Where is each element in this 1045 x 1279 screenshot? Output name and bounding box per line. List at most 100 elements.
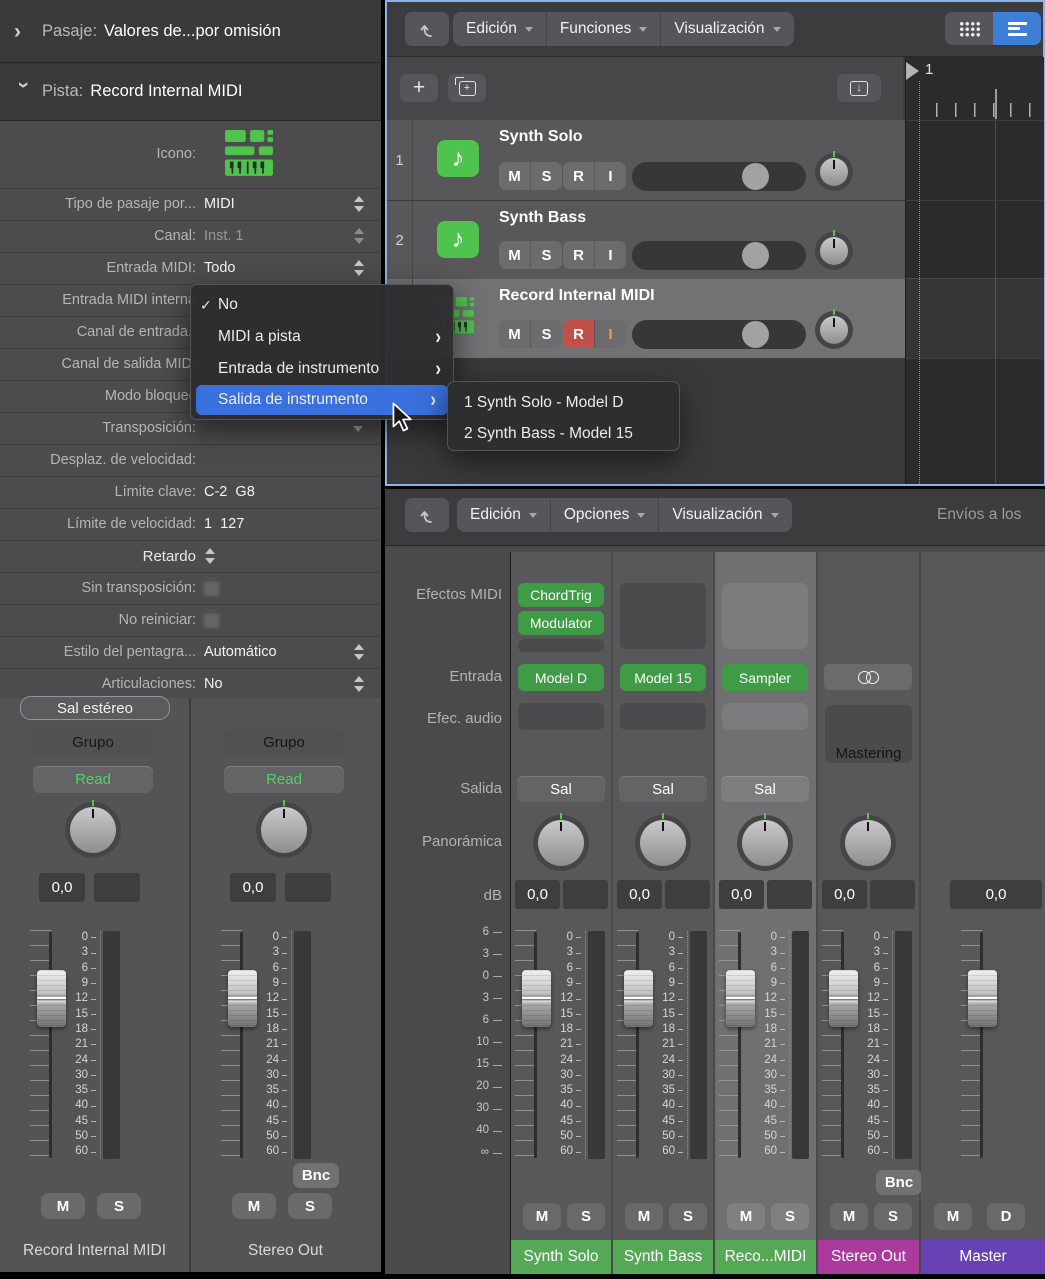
param-row[interactable]: Desplaz. de velocidad: [0, 444, 381, 477]
volume-db-value[interactable]: 0,0 [39, 873, 85, 902]
mute-button[interactable]: M [499, 162, 530, 190]
mute-button[interactable]: M [830, 1203, 868, 1230]
automation-read-button[interactable]: Read [224, 766, 344, 793]
volume-fader[interactable] [968, 970, 997, 1027]
menu-item-midi-a-pista[interactable]: MIDI a pista › [191, 321, 453, 353]
pan-knob[interactable] [815, 153, 853, 191]
pan-knob[interactable] [737, 815, 793, 871]
checkbox[interactable] [203, 579, 220, 596]
bounce-button[interactable]: Bnc [293, 1163, 339, 1188]
list-view-button[interactable] [993, 12, 1041, 45]
solo-button[interactable]: S [97, 1193, 141, 1219]
input-monitor-button[interactable]: I [594, 162, 626, 190]
volume-fader[interactable] [522, 970, 551, 1027]
volume-fader[interactable] [624, 970, 653, 1027]
submenu-item-synth-bass[interactable]: 2 Synth Bass - Model 15 [448, 418, 679, 449]
solo-button[interactable]: S [530, 320, 562, 348]
midi-fx-slot-selected[interactable]: Modulator [518, 611, 604, 635]
pan-knob[interactable] [256, 802, 312, 858]
channel-name-tab[interactable]: Synth Bass [613, 1240, 713, 1274]
record-enable-button[interactable]: R [563, 241, 594, 269]
instrument-slot[interactable]: Sampler [722, 664, 808, 691]
track-lanes[interactable]: 1 [905, 57, 1044, 484]
volume-slider[interactable] [632, 241, 806, 270]
pan-knob[interactable] [815, 232, 853, 270]
playhead-marker[interactable] [906, 62, 919, 80]
input-monitor-button[interactable]: I [594, 320, 626, 348]
instrument-slot[interactable]: Model 15 [620, 664, 706, 691]
volume-db-value[interactable]: 0,0 [515, 880, 560, 909]
output-button[interactable]: Sal [517, 776, 605, 802]
pan-knob[interactable] [840, 815, 896, 871]
solo-button[interactable]: S [530, 162, 562, 190]
channel-name-tab[interactable]: Synth Solo [511, 1240, 611, 1274]
output-button[interactable]: Sal [619, 776, 707, 802]
menu-envios[interactable]: Envíos a los [937, 506, 1021, 524]
menu-edicion[interactable]: Edición [457, 498, 550, 532]
param-row[interactable]: Límite clave: C-2 G8 [0, 476, 381, 509]
record-enable-button[interactable]: R [563, 162, 594, 190]
volume-db-value[interactable]: 0,0 [822, 880, 867, 909]
menu-edicion[interactable]: Edición [453, 12, 546, 46]
midi-fx-slot-empty[interactable] [518, 639, 604, 652]
stepper-icon[interactable] [354, 676, 365, 692]
bounce-button[interactable]: Bnc [876, 1170, 922, 1195]
region-inspector-header[interactable]: › Pasaje: Valores de...por omisión [0, 0, 381, 63]
audio-fx-slot-mastering[interactable]: Mastering [825, 705, 912, 763]
volume-db-value[interactable]: 0,0 [230, 873, 276, 902]
param-row-retardo[interactable]: Retardo [0, 540, 381, 573]
automation-read-button[interactable]: Read [33, 766, 153, 793]
channel-name-tab[interactable]: Stereo Out [818, 1240, 919, 1274]
back-button[interactable] [405, 498, 449, 532]
pan-knob[interactable] [815, 311, 853, 349]
group-button[interactable]: Grupo [224, 729, 344, 756]
stepper-icon[interactable] [354, 644, 365, 660]
midi-controller-icon[interactable] [225, 130, 273, 178]
output-button[interactable]: Sal estéreo [20, 696, 170, 720]
mute-button[interactable]: M [232, 1193, 276, 1219]
track-name[interactable]: Synth Bass [499, 209, 586, 227]
track-row-synth-bass[interactable]: 2 ♪ Synth Bass M S R I [387, 201, 905, 280]
solo-button[interactable]: S [669, 1203, 707, 1230]
menu-item-no[interactable]: ✓ No [191, 289, 453, 321]
volume-slider[interactable] [632, 162, 806, 191]
menu-visualizacion[interactable]: Visualización [658, 498, 791, 532]
param-row[interactable]: Límite de velocidad: 1 127 [0, 508, 381, 541]
midi-fx-slot[interactable]: ChordTrig [518, 583, 604, 607]
audio-fx-slot-empty[interactable] [518, 703, 604, 730]
pan-knob[interactable] [533, 815, 589, 871]
volume-db-value[interactable]: 0,0 [719, 880, 764, 909]
param-row[interactable]: Tipo de pasaje por... MIDI [0, 188, 381, 221]
mute-button[interactable]: M [934, 1203, 972, 1230]
back-button[interactable] [405, 12, 449, 46]
mute-button[interactable]: M [523, 1203, 561, 1230]
param-row[interactable]: Canal: Inst. 1 [0, 220, 381, 253]
volume-db-value[interactable]: 0,0 [617, 880, 662, 909]
hide-track-header-button[interactable]: ↓ [837, 74, 881, 102]
dim-button[interactable]: D [987, 1203, 1025, 1230]
solo-button[interactable]: S [288, 1193, 332, 1219]
mute-button[interactable]: M [727, 1203, 765, 1230]
volume-db-value[interactable]: 0,0 [950, 880, 1042, 909]
submenu-item-synth-solo[interactable]: 1 Synth Solo - Model D [448, 387, 679, 418]
track-row-record-internal-midi[interactable]: Record Internal MIDI M S R I [387, 279, 905, 359]
chevron-down-icon[interactable] [353, 426, 363, 432]
group-button[interactable]: Grupo [33, 729, 153, 756]
menu-item-entrada-de-instrumento[interactable]: Entrada de instrumento › [191, 353, 453, 385]
audio-fx-slot-empty[interactable] [722, 703, 808, 730]
input-monitor-button[interactable]: I [594, 241, 626, 269]
channel-name-tab[interactable]: Reco...MIDI [715, 1240, 816, 1274]
track-inspector-header[interactable]: › Pista: Record Internal MIDI [0, 63, 381, 121]
param-row[interactable]: No reiniciar: [0, 604, 381, 637]
record-enable-button-active[interactable]: R [563, 320, 594, 348]
menu-opciones[interactable]: Opciones [550, 498, 658, 532]
mute-button[interactable]: M [625, 1203, 663, 1230]
track-row-synth-solo[interactable]: 1 ♪ Synth Solo M S R I [387, 120, 905, 201]
pan-knob[interactable] [635, 815, 691, 871]
volume-fader[interactable] [37, 970, 66, 1027]
track-name[interactable]: Record Internal MIDI [499, 287, 655, 305]
stepper-icon[interactable] [354, 196, 365, 212]
mute-button[interactable]: M [499, 241, 530, 269]
audio-fx-slot-empty[interactable] [620, 703, 706, 730]
stepper-icon[interactable] [354, 228, 365, 244]
